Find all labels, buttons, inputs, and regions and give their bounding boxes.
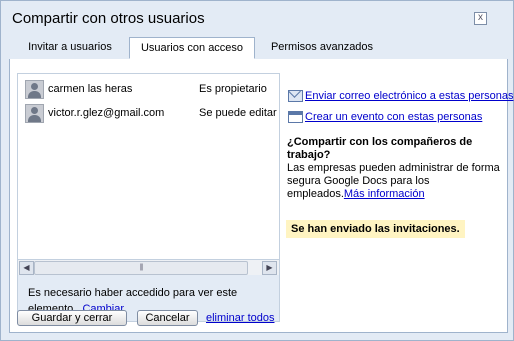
more-info-link[interactable]: Más información bbox=[344, 188, 425, 200]
user-name: victor.r.glez@gmail.com bbox=[48, 107, 165, 119]
tab-users-with-access[interactable]: Usuarios con acceso bbox=[129, 37, 255, 59]
tab-invite-users[interactable]: Invitar a usuarios bbox=[13, 37, 127, 57]
close-icon[interactable]: x bbox=[474, 12, 487, 25]
user-access-box: carmen las heras Es propietario victor.r… bbox=[17, 73, 280, 322]
access-note-line1: Es necesario haber accedido para ver est… bbox=[28, 287, 238, 299]
create-event-link[interactable]: Crear un evento con estas personas bbox=[305, 109, 482, 125]
avatar-icon bbox=[25, 80, 44, 99]
share-dialog: Compartir con otros usuarios x Invitar a… bbox=[0, 0, 514, 341]
mail-icon bbox=[288, 90, 303, 102]
avatar-icon bbox=[25, 104, 44, 123]
user-row[interactable]: victor.r.glez@gmail.com Se puede editar bbox=[18, 102, 279, 126]
user-row[interactable]: carmen las heras Es propietario bbox=[18, 78, 279, 102]
coworkers-title: ¿Compartir con los compañeros de trabajo… bbox=[287, 136, 473, 161]
user-access-select[interactable]: Se puede editar bbox=[199, 107, 279, 119]
dialog-title: Compartir con otros usuarios bbox=[12, 10, 205, 27]
invitations-sent-notice: Se han enviado las invitaciones. bbox=[286, 220, 465, 238]
cancel-button[interactable]: Cancelar bbox=[137, 310, 198, 326]
user-name: carmen las heras bbox=[48, 83, 133, 95]
calendar-icon bbox=[288, 111, 303, 123]
scroll-right-icon[interactable]: ▶ bbox=[262, 261, 277, 275]
scroll-thumb[interactable]: ||| bbox=[34, 261, 248, 275]
delete-all-link[interactable]: eliminar todos bbox=[206, 312, 274, 324]
user-list: carmen las heras Es propietario victor.r… bbox=[18, 74, 279, 259]
tab-panel: carmen las heras Es propietario victor.r… bbox=[9, 59, 514, 333]
tab-advanced-permissions[interactable]: Permisos avanzados bbox=[259, 37, 385, 57]
horizontal-scrollbar[interactable]: ◀ ||| ▶ bbox=[18, 259, 279, 275]
save-and-close-button[interactable]: Guardar y cerrar bbox=[17, 310, 127, 326]
email-people-link[interactable]: Enviar correo electrónico a estas person… bbox=[305, 88, 514, 104]
dialog-title-bar: Compartir con otros usuarios x bbox=[1, 1, 513, 35]
coworkers-promo: ¿Compartir con los compañeros de trabajo… bbox=[287, 136, 501, 201]
scroll-left-icon[interactable]: ◀ bbox=[19, 261, 34, 275]
user-access-select[interactable]: Es propietario bbox=[199, 83, 279, 95]
tab-bar: Invitar a usuarios Usuarios con acceso P… bbox=[9, 37, 506, 60]
